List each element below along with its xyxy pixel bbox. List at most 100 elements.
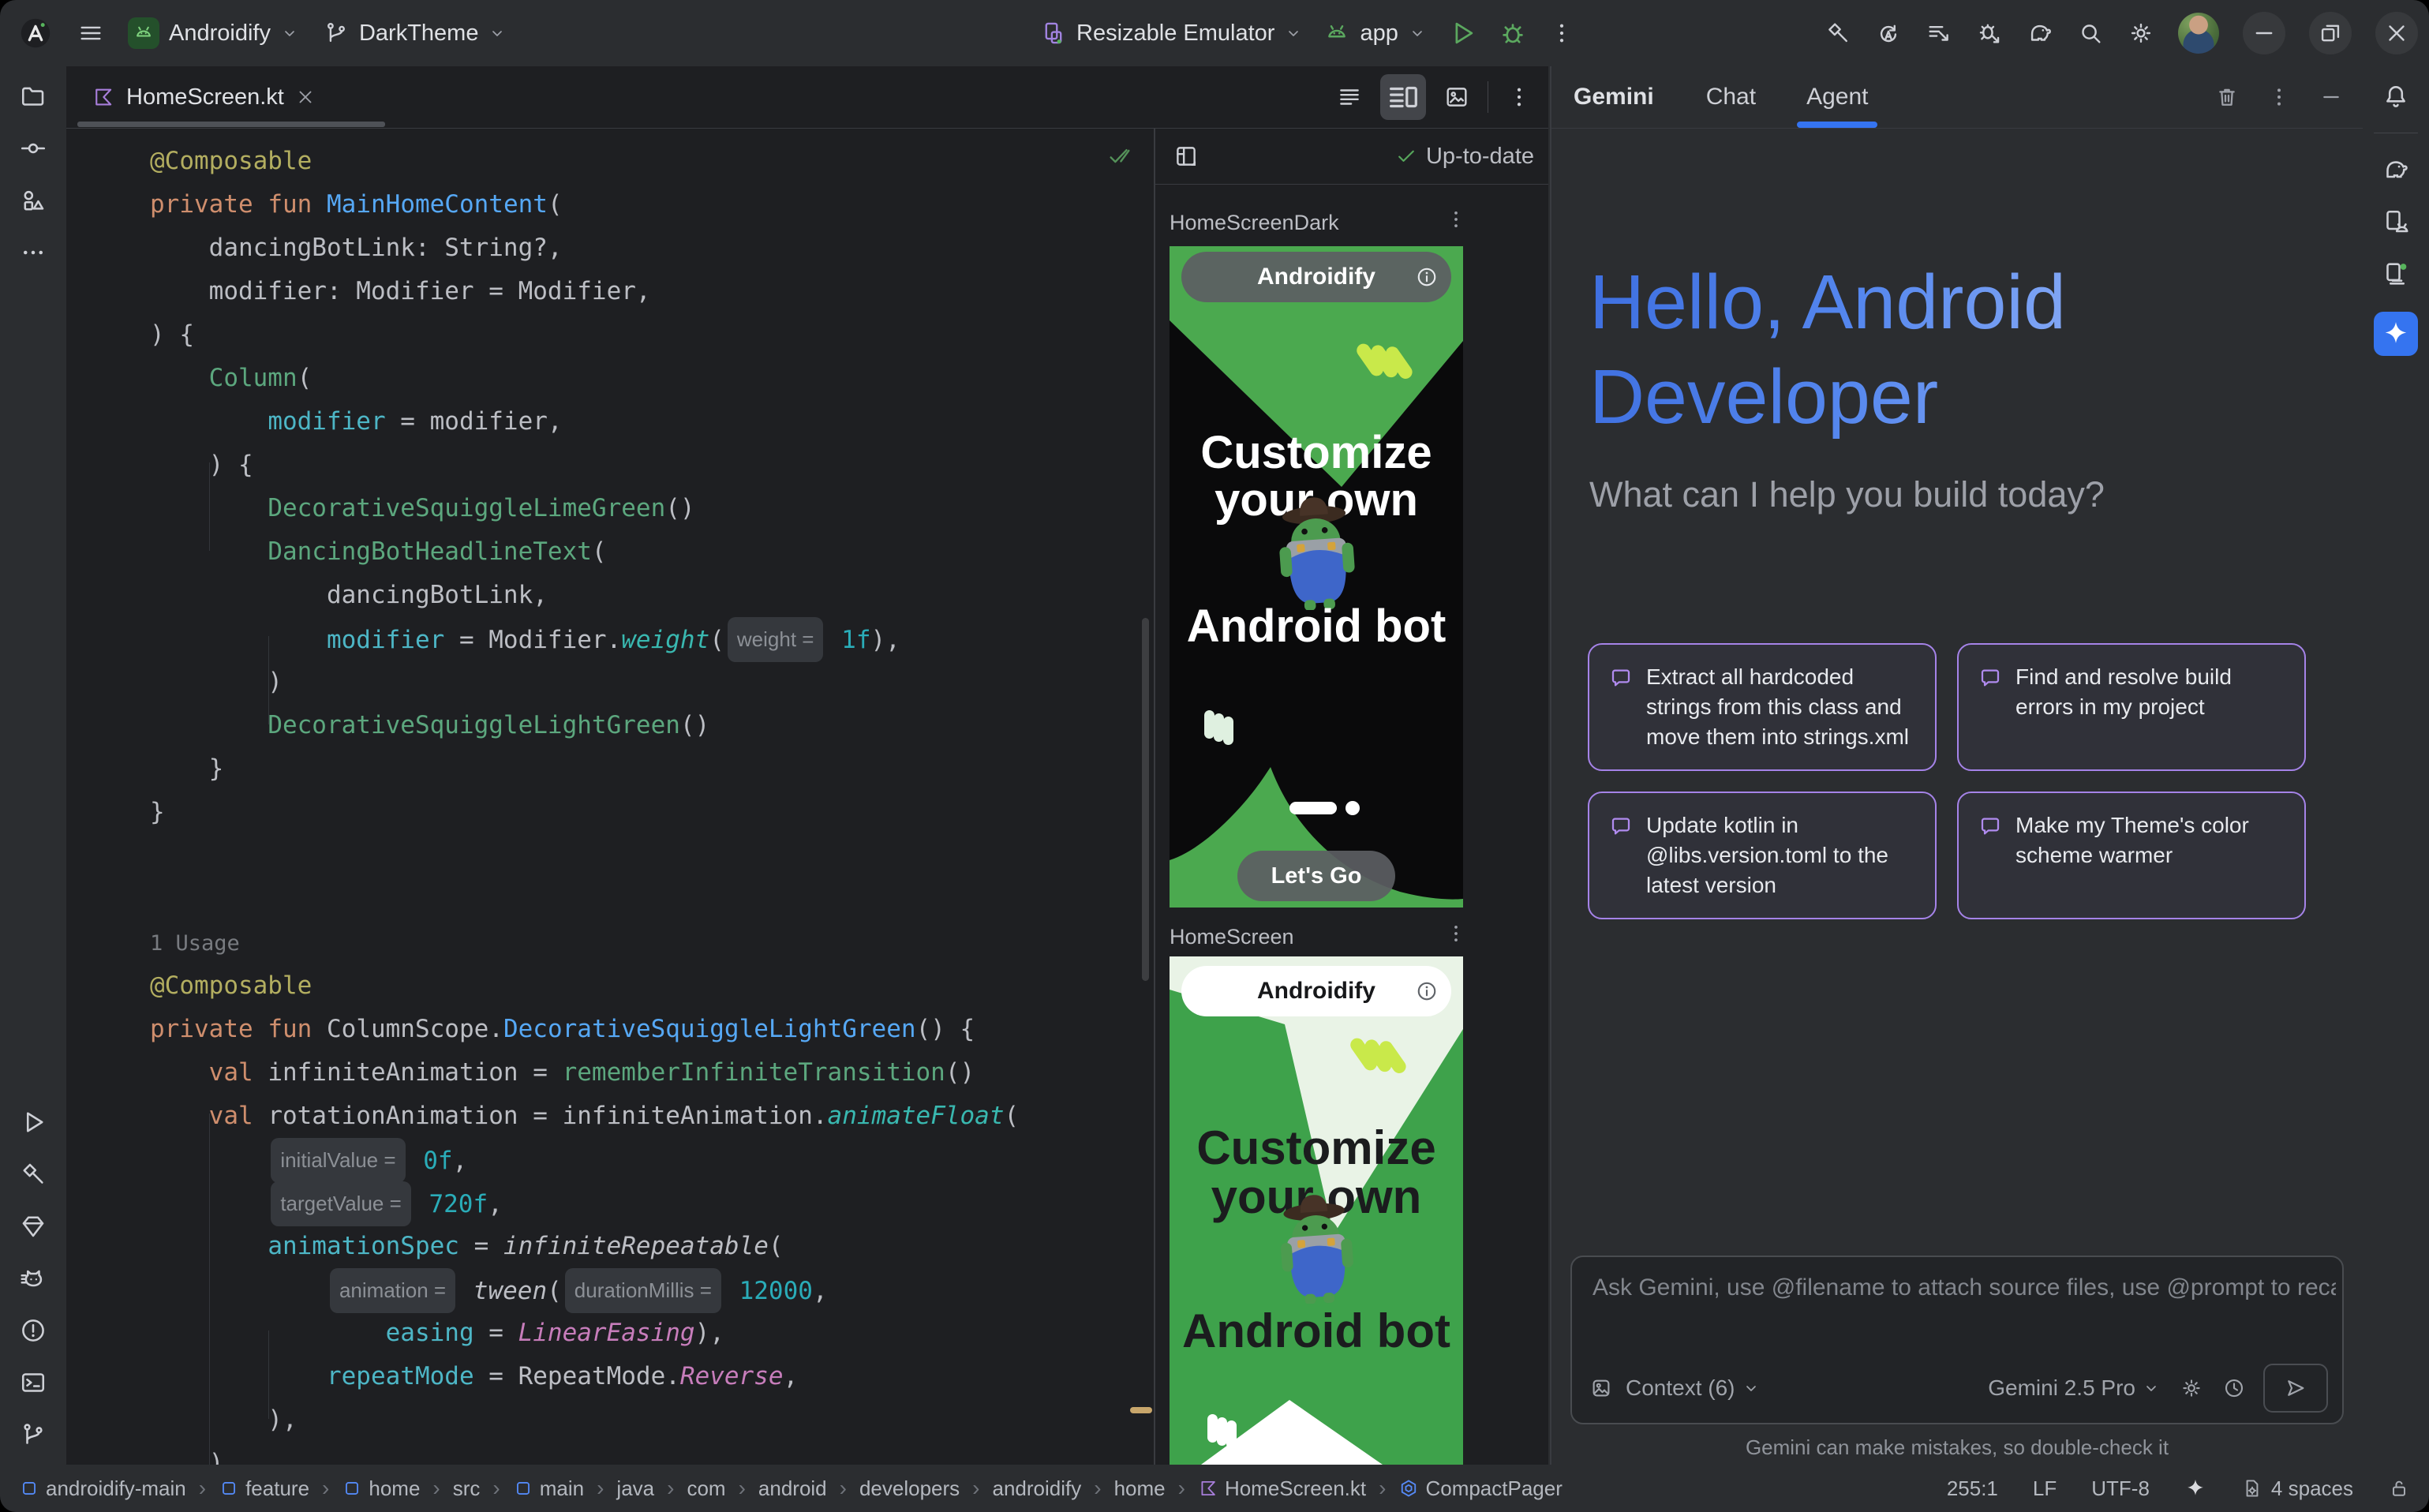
code-lines: @Composableprivate fun MainHomeContent( … bbox=[150, 140, 1019, 1465]
gradle-sync-button[interactable] bbox=[2027, 20, 2053, 47]
inspections-ok-icon[interactable] bbox=[1106, 143, 1133, 170]
caret-position[interactable]: 255:1 bbox=[1947, 1476, 1998, 1501]
info-icon[interactable] bbox=[1415, 265, 1439, 289]
breadcrumb-item[interactable]: HomeScreen.kt bbox=[1198, 1476, 1366, 1501]
code-view-button[interactable] bbox=[1336, 84, 1363, 110]
resources-icon bbox=[19, 186, 47, 215]
editor-options-icon[interactable] bbox=[1506, 84, 1533, 110]
branch-selector[interactable]: DarkTheme bbox=[323, 20, 507, 47]
debug-button[interactable] bbox=[1498, 18, 1528, 48]
run-button[interactable] bbox=[11, 1100, 55, 1144]
device-manager-button[interactable] bbox=[2374, 200, 2418, 244]
search-everywhere-button[interactable] bbox=[2077, 20, 2104, 47]
restore-button[interactable] bbox=[2309, 12, 2352, 54]
running-devices-button[interactable] bbox=[2374, 252, 2418, 296]
suggestion-card-3[interactable]: Update kotlin in @libs.version.toml to t… bbox=[1588, 792, 1937, 919]
user-avatar[interactable] bbox=[2178, 13, 2219, 54]
suggestion-card-2[interactable]: Find and resolve build errors in my proj… bbox=[1957, 643, 2306, 771]
apply-changes-button[interactable] bbox=[1875, 20, 1902, 47]
scrollbar-marker bbox=[1130, 1407, 1152, 1413]
terminal-button[interactable] bbox=[11, 1360, 55, 1405]
breadcrumb-item[interactable]: main bbox=[513, 1476, 584, 1501]
tab-homescreen-kt[interactable]: HomeScreen.kt bbox=[77, 66, 330, 128]
context-selector[interactable]: Context (6) bbox=[1626, 1375, 1735, 1401]
ai-spark-icon[interactable] bbox=[2184, 1477, 2206, 1499]
indent-setting[interactable]: 4 spaces bbox=[2241, 1476, 2353, 1501]
preview-menu-icon[interactable] bbox=[1444, 208, 1468, 231]
breadcrumb-item[interactable]: developers bbox=[859, 1476, 960, 1501]
device-selector[interactable]: Resizable Emulator bbox=[1040, 20, 1303, 47]
app-quality-insights-button[interactable] bbox=[11, 1204, 55, 1248]
code-style-icon bbox=[2241, 1477, 2263, 1499]
breadcrumb-item[interactable]: CompactPager bbox=[1398, 1476, 1562, 1501]
delete-conversation-icon[interactable] bbox=[2214, 84, 2240, 110]
more-actions-icon[interactable] bbox=[1548, 20, 1575, 47]
resource-manager-button[interactable] bbox=[11, 178, 55, 223]
breadcrumb-item[interactable]: androidify bbox=[993, 1476, 1082, 1501]
breadcrumb-item[interactable]: android bbox=[758, 1476, 827, 1501]
editor-scrollbar[interactable] bbox=[1142, 618, 1149, 981]
file-encoding[interactable]: UTF-8 bbox=[2091, 1476, 2150, 1501]
close-tab-icon[interactable] bbox=[295, 87, 316, 107]
preview-homescreendark[interactable]: Androidify Customize your own bbox=[1170, 246, 1463, 908]
more-tool-windows-button[interactable] bbox=[11, 230, 55, 275]
project-button[interactable] bbox=[11, 74, 55, 118]
suggestion-card-1[interactable]: Extract all hardcoded strings from this … bbox=[1588, 643, 1937, 771]
line-separator[interactable]: LF bbox=[2033, 1476, 2057, 1501]
gemini-tab-chat[interactable]: Chat bbox=[1706, 66, 1756, 128]
gradle-button[interactable] bbox=[2374, 148, 2418, 192]
breadcrumb-item[interactable]: src bbox=[453, 1476, 481, 1501]
commit-button[interactable] bbox=[11, 126, 55, 170]
breadcrumb-item[interactable]: feature bbox=[219, 1476, 309, 1501]
gemini-body: Hello, Android Developer What can I help… bbox=[1551, 129, 2363, 1465]
notifications-button[interactable] bbox=[2374, 74, 2418, 118]
minimize-button[interactable] bbox=[2243, 12, 2285, 54]
lock-open-icon[interactable] bbox=[2388, 1477, 2410, 1499]
info-icon[interactable] bbox=[1415, 979, 1439, 1003]
model-selector[interactable]: Gemini 2.5 Pro bbox=[1988, 1375, 2135, 1401]
project-selector[interactable]: Androidify bbox=[128, 17, 299, 49]
code-line: Column( bbox=[150, 357, 1019, 400]
close-button[interactable] bbox=[2375, 12, 2418, 54]
gemini-settings-icon[interactable] bbox=[2180, 1376, 2203, 1400]
build-button[interactable] bbox=[11, 1152, 55, 1196]
suggestion-card-4[interactable]: Make my Theme's color scheme warmer bbox=[1957, 792, 2306, 919]
attach-debugger-button[interactable] bbox=[1976, 20, 2003, 47]
breadcrumb-item[interactable]: com bbox=[687, 1476, 725, 1501]
tab-label: HomeScreen.kt bbox=[126, 84, 284, 110]
run-button[interactable] bbox=[1447, 18, 1477, 48]
split-view-button[interactable] bbox=[1380, 74, 1426, 120]
preview-homescreen[interactable]: Androidify Customize your own bbox=[1170, 956, 1463, 1465]
preview-toolbar: Up-to-date bbox=[1155, 129, 1548, 185]
code-editor[interactable]: @Composableprivate fun MainHomeContent( … bbox=[66, 129, 1154, 1465]
gemini-toolwindow-button[interactable] bbox=[2374, 312, 2418, 356]
code-line: modifier = Modifier.weight(weight = 1f), bbox=[150, 617, 1019, 661]
ui-check-mode-icon[interactable] bbox=[1173, 143, 1200, 170]
build-project-button[interactable] bbox=[1825, 20, 1851, 47]
gemini-input-box[interactable]: Ask Gemini, use @filename to attach sour… bbox=[1570, 1256, 2344, 1424]
attach-image-icon[interactable] bbox=[1589, 1376, 1613, 1400]
preview-menu-icon[interactable] bbox=[1444, 922, 1468, 945]
right-tool-stripe bbox=[2363, 66, 2429, 1465]
code-line: ) { bbox=[150, 443, 1019, 487]
problems-button[interactable] bbox=[11, 1308, 55, 1353]
main-menu-icon[interactable] bbox=[77, 20, 104, 47]
breadcrumb-item[interactable]: home bbox=[342, 1476, 420, 1501]
history-icon[interactable] bbox=[2222, 1376, 2246, 1400]
hide-panel-icon[interactable] bbox=[2319, 84, 2344, 110]
run-config-selector[interactable]: app bbox=[1323, 20, 1426, 47]
design-view-button[interactable] bbox=[1443, 84, 1470, 110]
breadcrumb-item[interactable]: androidify-main bbox=[19, 1476, 186, 1501]
gemini-tab-agent[interactable]: Agent bbox=[1806, 66, 1868, 128]
lets-go-button[interactable]: Let's Go bbox=[1237, 851, 1395, 901]
gemini-options-icon[interactable] bbox=[2266, 84, 2292, 110]
logcat-button[interactable] bbox=[11, 1256, 55, 1301]
version-control-button[interactable] bbox=[11, 1413, 55, 1457]
settings-button[interactable] bbox=[2128, 20, 2154, 47]
profiler-button[interactable] bbox=[1926, 20, 1952, 47]
breadcrumb-item[interactable]: java bbox=[616, 1476, 654, 1501]
branch-icon bbox=[323, 20, 350, 47]
headline: Android bot bbox=[1170, 1304, 1463, 1358]
breadcrumb-item[interactable]: home bbox=[1114, 1476, 1166, 1501]
send-button[interactable] bbox=[2263, 1364, 2328, 1413]
